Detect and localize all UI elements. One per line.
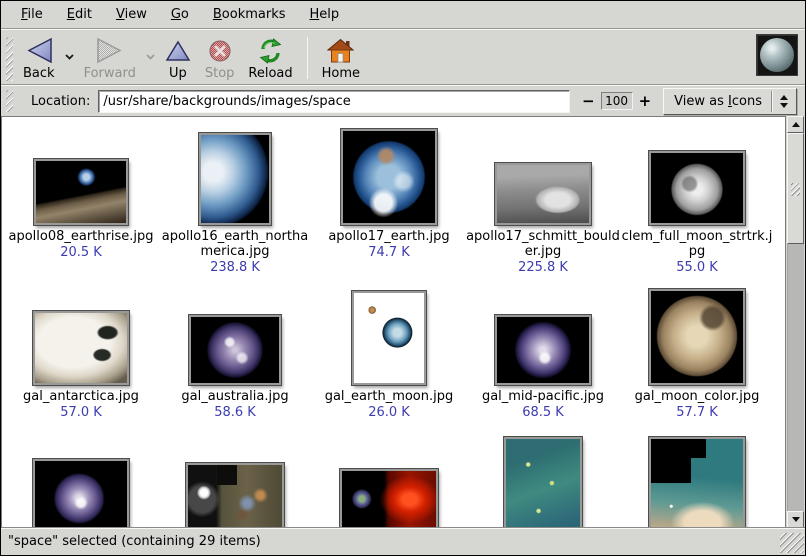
up-icon	[165, 35, 191, 66]
file-item[interactable]: apollo17_schmitt_boulder.jpg 225.8 K	[466, 123, 620, 283]
zoom-out-button[interactable]: −	[580, 94, 597, 109]
file-item[interactable]: gal_antarctica.jpg 57.0 K	[4, 283, 158, 437]
thumbnail-earth-moon	[352, 291, 426, 385]
menu-view[interactable]: View	[104, 2, 159, 27]
main-area: apollo08_earthrise.jpg 20.5 K apollo16_e…	[1, 116, 805, 528]
home-icon	[327, 35, 354, 66]
scroll-down-icon	[792, 517, 800, 522]
file-item-partial[interactable]	[312, 437, 466, 528]
menu-go[interactable]: Go	[159, 2, 201, 27]
stop-icon	[208, 35, 232, 66]
file-item-partial[interactable]	[4, 437, 158, 528]
icon-grid: apollo08_earthrise.jpg 20.5 K apollo16_e…	[4, 123, 776, 528]
thumbnail-australia	[189, 315, 281, 385]
file-item[interactable]: gal_moon_color.jpg 57.7 K	[620, 283, 774, 437]
file-item[interactable]: clem_full_moon_strtrk.jpg 55.0 K	[620, 123, 774, 283]
view-as-arrows-icon	[771, 91, 791, 112]
up-button[interactable]: Up	[158, 32, 198, 82]
file-item[interactable]: gal_australia.jpg 58.6 K	[158, 283, 312, 437]
stop-button: Stop	[198, 32, 242, 82]
home-button[interactable]: Home	[315, 32, 367, 82]
location-label: Location:	[31, 94, 90, 109]
location-input[interactable]	[98, 90, 570, 113]
menu-bookmarks[interactable]: Bookmarks	[201, 2, 298, 27]
menu-edit[interactable]: Edit	[55, 2, 104, 27]
location-bar-drag-handle[interactable]	[6, 90, 13, 112]
status-bar: "space" selected (containing 29 items)	[1, 528, 805, 554]
scroll-up-button[interactable]	[787, 116, 804, 133]
file-item[interactable]: gal_earth_moon.jpg 26.0 K	[312, 283, 466, 437]
file-manager-window: File Edit View Go Bookmarks Help Back Fo…	[0, 0, 806, 556]
file-item[interactable]: gal_mid-pacific.jpg 68.5 K	[466, 283, 620, 437]
view-as-dropdown[interactable]: View as Icons	[663, 88, 797, 115]
throbber-sphere-icon	[760, 38, 794, 72]
forward-icon	[95, 35, 125, 66]
thumbnail-moon-color	[649, 289, 745, 385]
reload-icon	[257, 35, 284, 66]
scrollbar-trough[interactable]	[787, 244, 804, 511]
icon-view: apollo08_earthrise.jpg 20.5 K apollo16_e…	[1, 116, 786, 528]
file-item-partial[interactable]	[466, 437, 620, 528]
forward-button: Forward	[77, 32, 143, 82]
resize-grip[interactable]	[780, 533, 804, 553]
file-item[interactable]: apollo17_earth.jpg 74.7 K	[312, 123, 466, 283]
thumbnail-earth	[341, 129, 437, 225]
scroll-down-button[interactable]	[787, 511, 804, 528]
scrollbar-thumb[interactable]	[787, 133, 804, 244]
location-bar: Location: − 100 + View as Icons	[1, 85, 805, 116]
toolbar-drag-handle[interactable]	[6, 37, 13, 81]
thumbnail-antarctica	[33, 311, 129, 385]
file-item-partial[interactable]	[158, 437, 312, 528]
thumbnail-partial	[186, 463, 284, 528]
toolbar-separator	[307, 37, 308, 79]
thumbnail-partial	[340, 469, 438, 528]
forward-history-dropdown	[143, 50, 158, 65]
menu-file[interactable]: File	[9, 2, 55, 27]
thumbnail-mid-pacific	[495, 315, 591, 385]
thumbnail-partial	[649, 437, 745, 528]
thumbnail-earth-northamerica	[199, 133, 271, 225]
status-text: "space" selected (containing 29 items)	[8, 534, 261, 549]
vertical-scrollbar	[786, 116, 805, 528]
toolbar: Back Forward Up	[1, 29, 805, 85]
back-button[interactable]: Back	[16, 32, 62, 82]
thumbnail-earthrise	[34, 159, 128, 225]
back-icon	[24, 35, 54, 66]
back-history-dropdown[interactable]	[62, 50, 77, 65]
zoom-controls: − 100 +	[580, 92, 653, 110]
thumbnail-full-moon	[649, 151, 745, 225]
file-item[interactable]: apollo08_earthrise.jpg 20.5 K	[4, 123, 158, 283]
thumbnail-partial	[504, 437, 582, 528]
menu-help[interactable]: Help	[298, 2, 352, 27]
file-item-partial[interactable]	[620, 437, 774, 528]
throbber	[756, 34, 798, 76]
menu-bar: File Edit View Go Bookmarks Help	[1, 1, 805, 29]
file-item[interactable]: apollo16_earth_northamerica.jpg 238.8 K	[158, 123, 312, 283]
zoom-in-button[interactable]: +	[637, 94, 654, 109]
reload-button[interactable]: Reload	[241, 32, 299, 82]
scroll-up-icon	[792, 122, 800, 127]
thumbnail-partial	[33, 459, 129, 528]
zoom-level: 100	[601, 92, 633, 110]
thumbnail-schmitt-boulder	[495, 163, 591, 225]
